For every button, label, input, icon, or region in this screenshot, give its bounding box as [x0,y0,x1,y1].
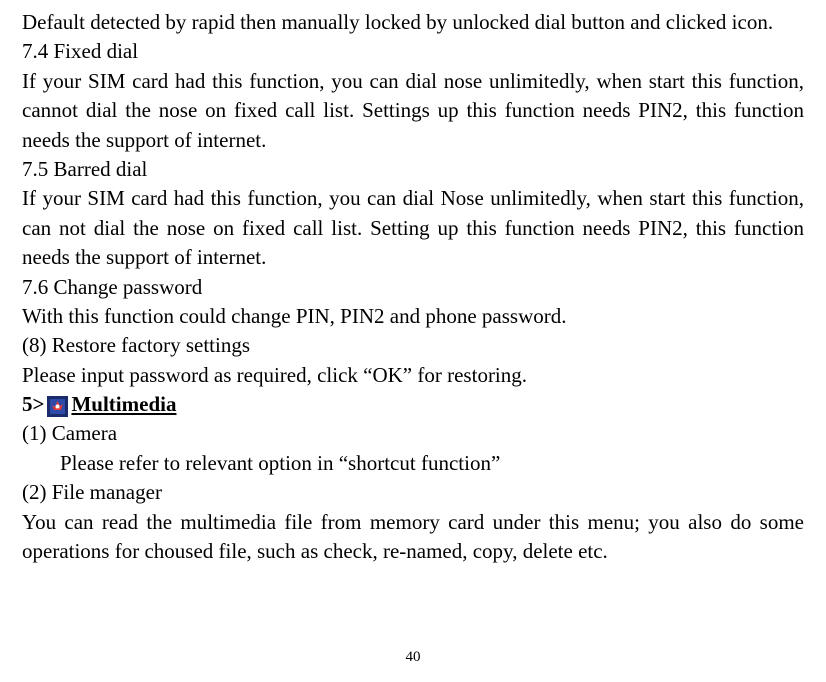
page-number: 40 [0,647,826,668]
paragraph-7-6: With this function could change PIN, PIN… [22,302,804,331]
paragraph-7-5: If your SIM card had this function, you … [22,184,804,272]
paragraph-intro: Default detected by rapid then manually … [22,8,804,37]
heading-7-6: 7.6 Change password [22,273,804,302]
paragraph-8: Please input password as required, click… [22,361,804,390]
heading-file-manager: (2) File manager [22,478,804,507]
paragraph-file-manager: You can read the multimedia file from me… [22,508,804,567]
multimedia-icon [47,396,68,417]
heading-5-multimedia: 5> Multimedia [22,390,804,419]
paragraph-7-4: If your SIM card had this function, you … [22,67,804,155]
section-5-prefix: 5> [22,390,44,419]
heading-camera: (1) Camera [22,419,804,448]
section-5-label: Multimedia [71,390,176,419]
heading-7-5: 7.5 Barred dial [22,155,804,184]
heading-8: (8) Restore factory settings [22,331,804,360]
paragraph-camera: Please refer to relevant option in “shor… [22,449,804,478]
heading-7-4: 7.4 Fixed dial [22,37,804,66]
